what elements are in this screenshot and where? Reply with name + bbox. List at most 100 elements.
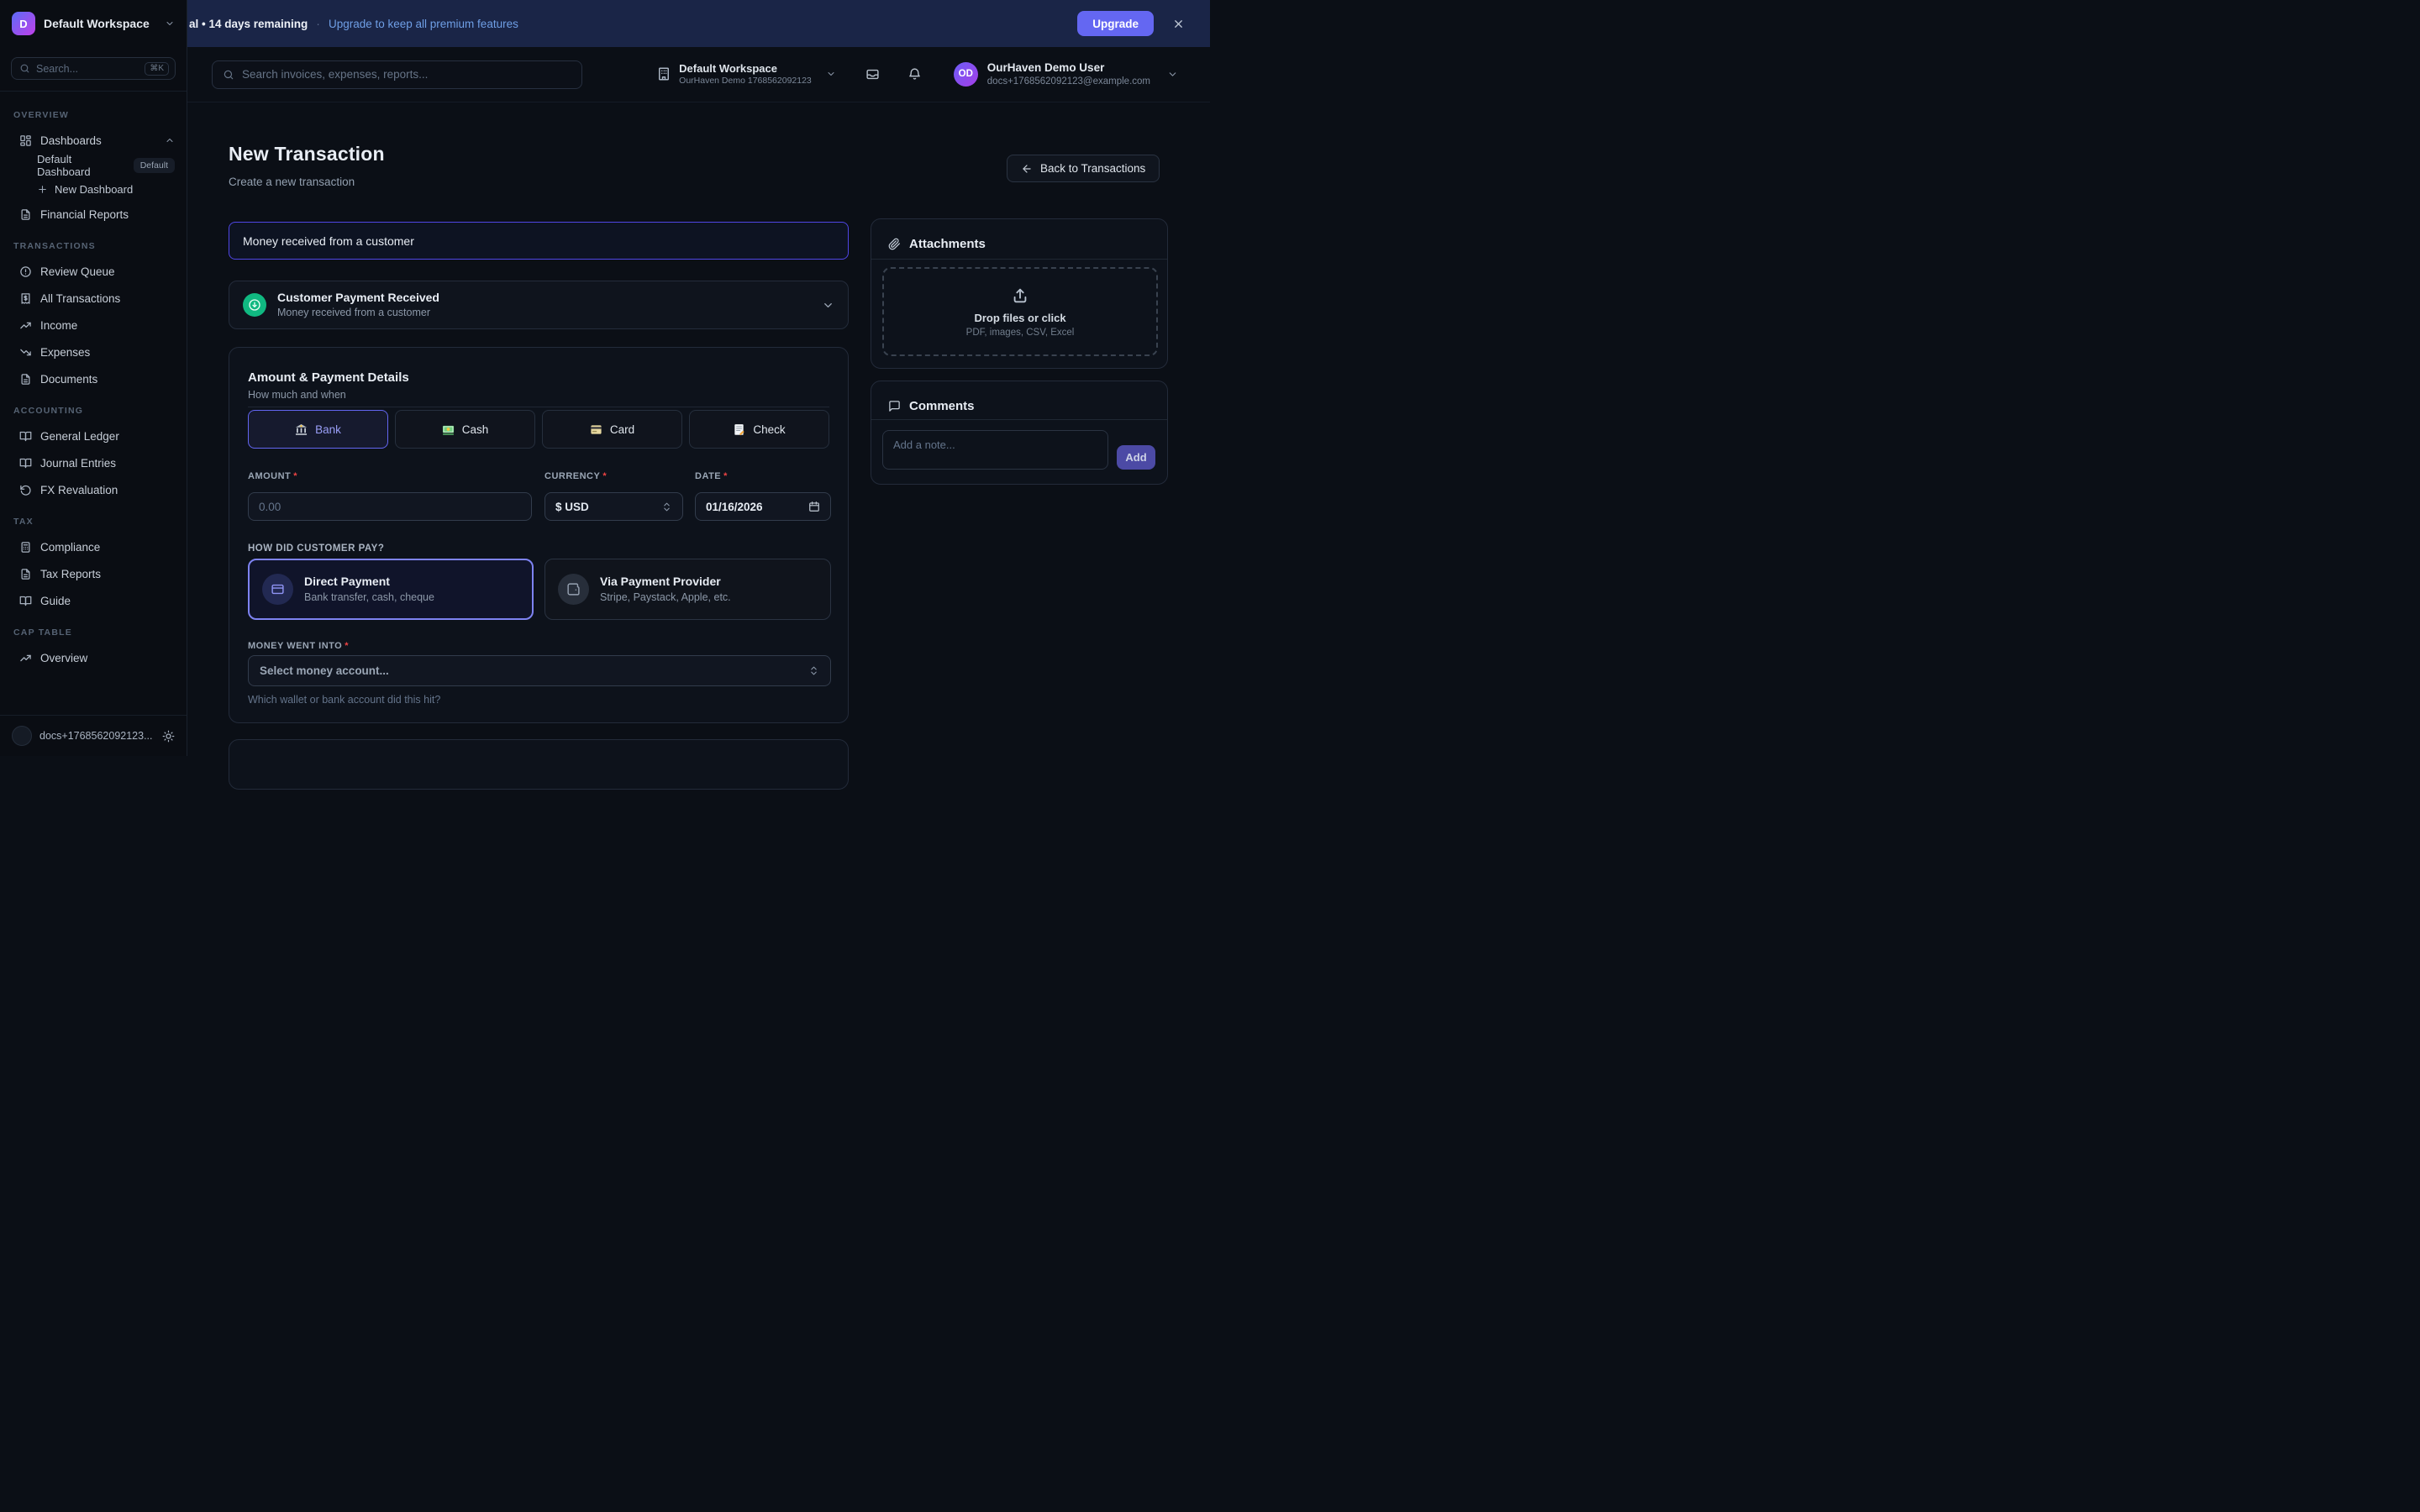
upgrade-button[interactable]: Upgrade (1077, 11, 1154, 36)
sidebar-item-compliance[interactable]: Compliance (0, 533, 187, 560)
transaction-type-subtitle: Money received from a customer (277, 306, 439, 320)
default-badge: Default (134, 158, 175, 173)
building-icon (656, 66, 671, 81)
section-label-tax: TAX (13, 517, 173, 527)
arrow-left-icon (1021, 163, 1033, 175)
sun-icon[interactable] (162, 730, 175, 743)
sidebar-item-fx-revaluation[interactable]: FX Revaluation (0, 476, 187, 503)
sidebar-item-general-ledger[interactable]: General Ledger (0, 423, 187, 449)
upgrade-link[interactable]: Upgrade to keep all premium features (329, 18, 518, 30)
payment-method-card[interactable]: Card (542, 410, 682, 449)
transaction-description-input[interactable] (229, 222, 849, 260)
sidebar-footer: docs+1768562092123... (0, 715, 187, 756)
page-subtitle: Create a new transaction (229, 176, 355, 188)
section-label-transactions: TRANSACTIONS (13, 241, 173, 251)
book-open-icon (19, 457, 32, 470)
dropzone-title: Drop files or click (974, 312, 1065, 324)
sidebar-search-input[interactable] (36, 63, 139, 75)
dropzone-subtitle: PDF, images, CSV, Excel (966, 328, 1075, 338)
file-text-icon (19, 373, 32, 386)
card-subtitle: How much and when (248, 389, 346, 401)
comments-card: Comments Add (871, 381, 1168, 485)
refresh-icon (19, 484, 32, 496)
payment-method-cash[interactable]: Cash (395, 410, 535, 449)
search-icon (223, 69, 234, 81)
bank-emoji-icon (295, 423, 308, 436)
sidebar-item-default-dashboard[interactable]: Default Dashboard Default (0, 154, 187, 177)
user-email: docs+1768562092123@example.com (987, 76, 1150, 88)
transaction-type-title: Customer Payment Received (277, 290, 439, 306)
user-menu[interactable]: OD OurHaven Demo User docs+1768562092123… (954, 60, 1178, 87)
receipt-icon (19, 292, 32, 305)
payment-method-check[interactable]: Check (689, 410, 829, 449)
amount-field[interactable] (248, 492, 532, 521)
section-label-overview: OVERVIEW (13, 110, 173, 120)
book-open-icon (19, 595, 32, 607)
add-comment-button[interactable]: Add (1117, 445, 1155, 470)
global-search[interactable] (212, 60, 582, 89)
amount-payment-details-card: Amount & Payment Details How much and wh… (229, 347, 849, 723)
sidebar-item-dashboards[interactable]: Dashboards (0, 127, 187, 154)
file-text-icon (19, 208, 32, 221)
money-account-select[interactable]: Select money account... (248, 655, 831, 686)
back-to-transactions-button[interactable]: Back to Transactions (1007, 155, 1160, 182)
chevron-down-icon (1167, 69, 1178, 80)
trending-up-icon (19, 652, 32, 664)
workspace-switcher[interactable]: D Default Workspace (0, 0, 187, 47)
divider (871, 259, 1167, 260)
sidebar-item-expenses[interactable]: Expenses (0, 339, 187, 365)
card-title: Amount & Payment Details (248, 370, 409, 385)
required-asterisk: * (723, 471, 728, 481)
paperclip-icon (888, 238, 901, 250)
avatar: OD (954, 62, 978, 87)
bell-icon[interactable] (908, 67, 922, 81)
user-name: OurHaven Demo User (987, 60, 1150, 76)
plus-icon (37, 184, 48, 195)
date-field[interactable]: 01/16/2026 (695, 492, 831, 521)
sidebar-item-new-dashboard[interactable]: New Dashboard (0, 177, 187, 201)
required-asterisk: * (602, 471, 607, 481)
file-dropzone[interactable]: Drop files or click PDF, images, CSV, Ex… (882, 267, 1158, 356)
calculator-icon (19, 541, 32, 554)
sidebar-item-review-queue[interactable]: Review Queue (0, 258, 187, 285)
footer-username: docs+1768562092123... (39, 730, 155, 742)
payment-method-bank[interactable]: Bank (248, 410, 388, 449)
sidebar-item-income[interactable]: Income (0, 312, 187, 339)
sidebar-item-documents[interactable]: Documents (0, 365, 187, 392)
calendar-icon (808, 501, 820, 512)
sidebar-item-guide[interactable]: Guide (0, 587, 187, 614)
chevron-up-icon (165, 135, 175, 145)
trial-message: al • 14 days remaining (189, 18, 308, 30)
sidebar-nav: OVERVIEW Dashboards Default Dashboard De… (0, 92, 187, 715)
money-went-into-label: MONEY WENT INTO* (248, 641, 349, 651)
sidebar-item-journal-entries[interactable]: Journal Entries (0, 449, 187, 476)
global-search-input[interactable] (242, 68, 571, 81)
sidebar-search[interactable]: ⌘K (11, 57, 176, 80)
inbox-icon[interactable] (865, 67, 880, 81)
section-label-cap-table: CAP TABLE (13, 627, 173, 638)
circle-arrow-down-icon (243, 293, 266, 317)
amount-input[interactable] (259, 501, 521, 513)
chevron-down-icon (165, 18, 175, 29)
close-icon[interactable] (1172, 18, 1185, 30)
header-workspace-selector[interactable]: Default Workspace OurHaven Demo 17685620… (656, 62, 836, 87)
sidebar-item-all-transactions[interactable]: All Transactions (0, 285, 187, 312)
transaction-type-selector[interactable]: Customer Payment Received Money received… (229, 281, 849, 329)
note-textarea[interactable] (882, 430, 1108, 470)
currency-select[interactable]: $ USD (544, 492, 683, 521)
direct-payment-option[interactable]: Direct Payment Bank transfer, cash, cheq… (248, 559, 534, 620)
divider (871, 419, 1167, 420)
upload-icon (1011, 286, 1029, 305)
trending-down-icon (19, 346, 32, 359)
credit-card-icon (262, 574, 293, 605)
chevrons-up-down-icon (808, 665, 819, 676)
sidebar-item-overview[interactable]: Overview (0, 644, 187, 671)
sidebar-item-tax-reports[interactable]: Tax Reports (0, 560, 187, 587)
check-emoji-icon (733, 423, 745, 436)
page-title: New Transaction (229, 143, 385, 165)
date-label: DATE* (695, 471, 728, 481)
header-workspace-subtitle: OurHaven Demo 1768562092123 (679, 76, 812, 87)
payment-provider-option[interactable]: Via Payment Provider Stripe, Paystack, A… (544, 559, 831, 620)
trending-up-icon (19, 319, 32, 332)
sidebar-item-financial-reports[interactable]: Financial Reports (0, 201, 187, 228)
